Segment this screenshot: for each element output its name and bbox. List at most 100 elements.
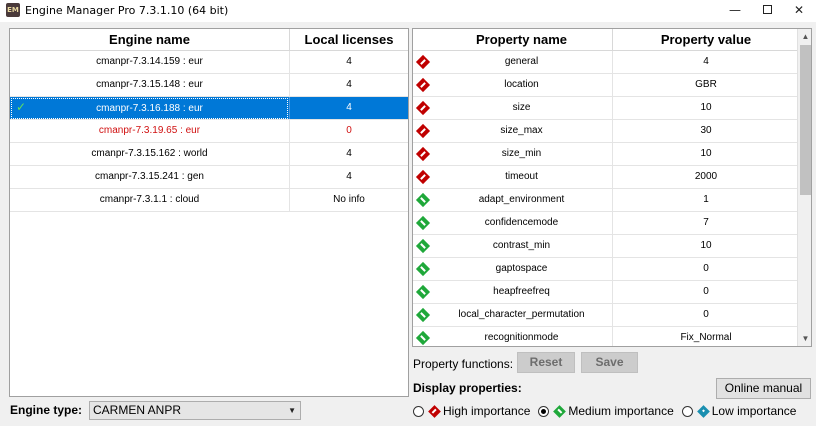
radio-label: Medium importance bbox=[568, 404, 674, 418]
scroll-down-icon[interactable]: ▼ bbox=[798, 331, 811, 346]
high-importance-icon bbox=[415, 123, 431, 139]
importance-cell bbox=[413, 327, 431, 346]
engine-type-select[interactable]: CARMEN ANPR ▼ bbox=[89, 401, 301, 420]
property-value-header[interactable]: Property value bbox=[613, 29, 799, 50]
reset-button[interactable]: Reset bbox=[517, 352, 575, 373]
high-importance-icon bbox=[415, 146, 431, 162]
importance-cell bbox=[413, 51, 431, 73]
engine-row[interactable]: cmanpr-7.3.19.65 : eur 0 bbox=[10, 120, 408, 143]
property-list-header: Property name Property value bbox=[413, 29, 811, 51]
importance-cell bbox=[413, 97, 431, 119]
engine-row[interactable]: ✓ cmanpr-7.3.16.188 : eur 4 bbox=[10, 97, 408, 120]
medium-importance-icon bbox=[415, 215, 431, 231]
property-value[interactable]: Fix_Normal bbox=[613, 327, 799, 346]
property-value[interactable]: 1 bbox=[613, 189, 799, 211]
medium-importance-icon bbox=[415, 284, 431, 300]
property-list: Property name Property value general 4 loc… bbox=[412, 28, 812, 347]
property-value[interactable]: 0 bbox=[613, 258, 799, 280]
radio-button[interactable] bbox=[538, 405, 550, 417]
property-value[interactable]: 0 bbox=[613, 304, 799, 326]
property-row[interactable]: timeout 2000 bbox=[413, 166, 811, 189]
property-value[interactable]: 0 bbox=[613, 281, 799, 303]
property-name: location bbox=[431, 74, 613, 96]
engine-row[interactable]: cmanpr-7.3.15.148 : eur 4 bbox=[10, 74, 408, 97]
property-value[interactable]: 2000 bbox=[613, 166, 799, 188]
local-licenses-header[interactable]: Local licenses bbox=[290, 29, 408, 50]
medium-importance-icon bbox=[415, 330, 431, 346]
engine-name-text: cmanpr-7.3.16.188 : eur bbox=[11, 98, 288, 119]
property-row[interactable]: size_max 30 bbox=[413, 120, 811, 143]
property-name: gaptospace bbox=[431, 258, 613, 280]
engine-licenses: 4 bbox=[346, 148, 352, 159]
radio-medium-importance[interactable]: Medium importance bbox=[538, 404, 674, 418]
radio-button[interactable] bbox=[413, 405, 424, 417]
property-value[interactable]: 10 bbox=[613, 143, 799, 165]
property-row[interactable]: gaptospace 0 bbox=[413, 258, 811, 281]
property-row[interactable]: size_min 10 bbox=[413, 143, 811, 166]
property-row[interactable]: location GBR bbox=[413, 74, 811, 97]
engine-name-text: cmanpr-7.3.15.148 : eur bbox=[96, 79, 203, 90]
property-row[interactable]: general 4 bbox=[413, 51, 811, 74]
property-name: size_min bbox=[431, 143, 613, 165]
engine-row[interactable]: cmanpr-7.3.15.241 : gen 4 bbox=[10, 166, 408, 189]
property-scrollbar[interactable]: ▲ ▼ bbox=[797, 29, 811, 346]
close-button[interactable]: ✕ bbox=[782, 0, 816, 22]
engine-type-label: Engine type: bbox=[10, 403, 83, 417]
scroll-up-icon[interactable]: ▲ bbox=[798, 29, 811, 44]
engine-row[interactable]: cmanpr-7.3.14.159 : eur 4 bbox=[10, 51, 408, 74]
medium-importance-icon bbox=[415, 192, 431, 208]
property-name: timeout bbox=[431, 166, 613, 188]
importance-cell bbox=[413, 212, 431, 234]
property-row[interactable]: adapt_environment 1 bbox=[413, 189, 811, 212]
property-name-header[interactable]: Property name bbox=[431, 29, 613, 50]
radio-button[interactable] bbox=[681, 405, 693, 417]
scroll-thumb[interactable] bbox=[800, 45, 811, 195]
medium-importance-icon bbox=[415, 307, 431, 323]
importance-cell bbox=[413, 281, 431, 303]
minimize-button[interactable]: — bbox=[718, 0, 752, 22]
property-value[interactable]: 10 bbox=[613, 235, 799, 257]
property-row[interactable]: size 10 bbox=[413, 97, 811, 120]
property-value[interactable]: GBR bbox=[613, 74, 799, 96]
property-row[interactable]: heapfreefreq 0 bbox=[413, 281, 811, 304]
engine-row[interactable]: cmanpr-7.3.1.1 : cloud No info bbox=[10, 189, 408, 212]
title-bar: EM Engine Manager Pro 7.3.1.10 (64 bit) … bbox=[0, 0, 816, 22]
importance-cell bbox=[413, 74, 431, 96]
property-functions-label: Property functions: bbox=[413, 357, 514, 371]
high-importance-icon bbox=[428, 404, 441, 418]
save-button[interactable]: Save bbox=[581, 352, 638, 373]
radio-label: Low importance bbox=[711, 404, 797, 418]
property-row[interactable]: contrast_min 10 bbox=[413, 235, 811, 258]
high-importance-icon bbox=[415, 54, 431, 70]
engine-name: cmanpr-7.3.15.241 : gen bbox=[10, 166, 290, 188]
online-manual-button[interactable]: Online manual bbox=[716, 378, 811, 399]
engine-name: cmanpr-7.3.19.65 : eur bbox=[10, 120, 290, 142]
engine-name: cmanpr-7.3.15.148 : eur bbox=[10, 74, 290, 96]
property-name: local_character_permutation bbox=[431, 304, 613, 326]
radio-low-importance[interactable]: Low importance bbox=[681, 404, 797, 418]
app-icon: EM bbox=[6, 3, 20, 17]
property-value[interactable]: 10 bbox=[613, 97, 799, 119]
property-value[interactable]: 4 bbox=[613, 51, 799, 73]
engine-name: cmanpr-7.3.16.188 : eur bbox=[10, 97, 290, 119]
engine-row[interactable]: cmanpr-7.3.15.162 : world 4 bbox=[10, 143, 408, 166]
property-value[interactable]: 30 bbox=[613, 120, 799, 142]
property-name: heapfreefreq bbox=[431, 281, 613, 303]
radio-high-importance[interactable]: High importance bbox=[413, 404, 530, 418]
engine-name-header[interactable]: Engine name bbox=[10, 29, 290, 50]
engine-name-text: cmanpr-7.3.14.159 : eur bbox=[96, 56, 203, 67]
property-name: recognitionmode bbox=[431, 327, 613, 346]
engine-licenses: 4 bbox=[346, 56, 352, 67]
maximize-button[interactable] bbox=[750, 0, 784, 22]
property-row[interactable]: local_character_permutation 0 bbox=[413, 304, 811, 327]
importance-cell bbox=[413, 120, 431, 142]
importance-cell bbox=[413, 166, 431, 188]
high-importance-icon bbox=[415, 100, 431, 116]
high-importance-icon bbox=[415, 77, 431, 93]
medium-importance-icon bbox=[415, 261, 431, 277]
property-row[interactable]: recognitionmode Fix_Normal bbox=[413, 327, 811, 346]
property-value[interactable]: 7 bbox=[613, 212, 799, 234]
engine-list: Engine name Local licenses cmanpr-7.3.14… bbox=[9, 28, 409, 397]
engine-name-text: cmanpr-7.3.15.162 : world bbox=[91, 148, 208, 159]
property-row[interactable]: confidencemode 7 bbox=[413, 212, 811, 235]
